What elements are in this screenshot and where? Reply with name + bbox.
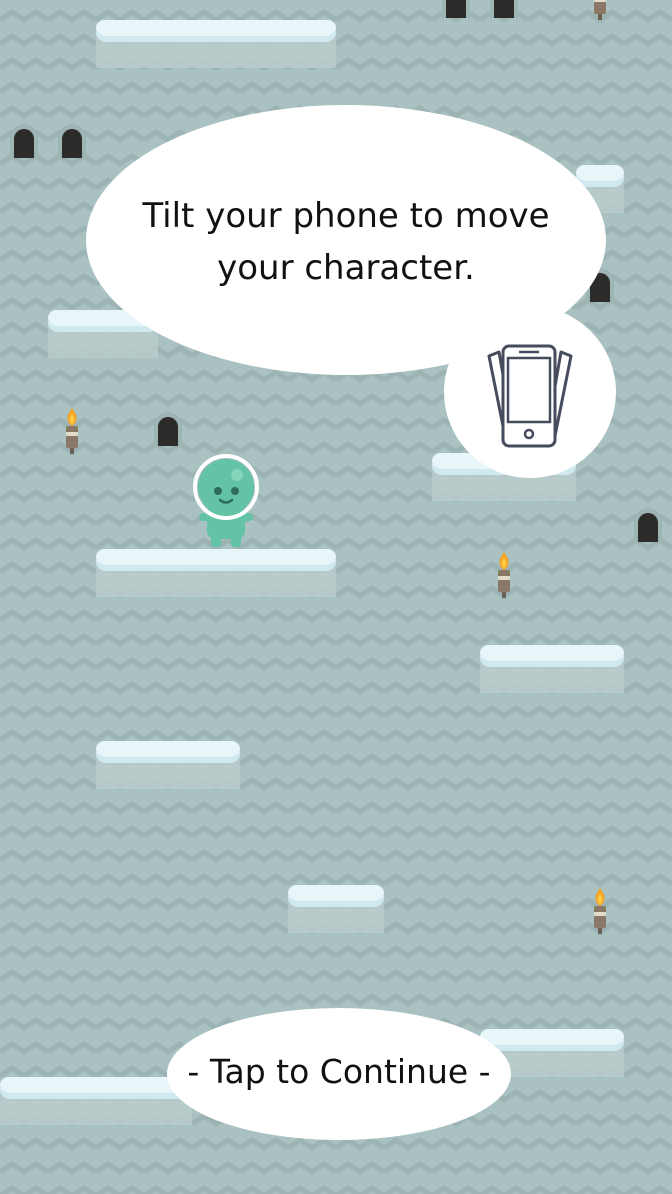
ice-platform: [96, 741, 240, 789]
ice-platform: [96, 20, 336, 68]
torch-icon: [498, 552, 510, 598]
ice-platform: [96, 549, 336, 597]
arch-doorway-icon: [490, 0, 518, 18]
ice-platform: [480, 645, 624, 693]
arch-doorway-icon: [10, 124, 38, 158]
game-scene[interactable]: Tilt your phone to move your character. …: [0, 0, 672, 1194]
ice-platform: [288, 885, 384, 933]
torch-icon: [594, 0, 606, 20]
ice-platform: [576, 165, 624, 213]
ice-platform: [432, 453, 576, 501]
arch-doorway-icon: [154, 412, 182, 446]
continue-label: - Tap to Continue -: [187, 1052, 491, 1091]
alien-character: [193, 454, 259, 547]
arch-doorway-icon: [634, 508, 662, 542]
torch-icon: [66, 408, 78, 454]
torch-icon: [594, 888, 606, 934]
arch-doorway-icon: [442, 0, 470, 18]
ice-platform: [48, 310, 158, 358]
arch-doorway-icon: [58, 124, 86, 158]
arch-doorway-icon: [586, 268, 614, 302]
ice-platform: [0, 1077, 192, 1125]
tap-to-continue-button[interactable]: - Tap to Continue -: [167, 1008, 511, 1140]
